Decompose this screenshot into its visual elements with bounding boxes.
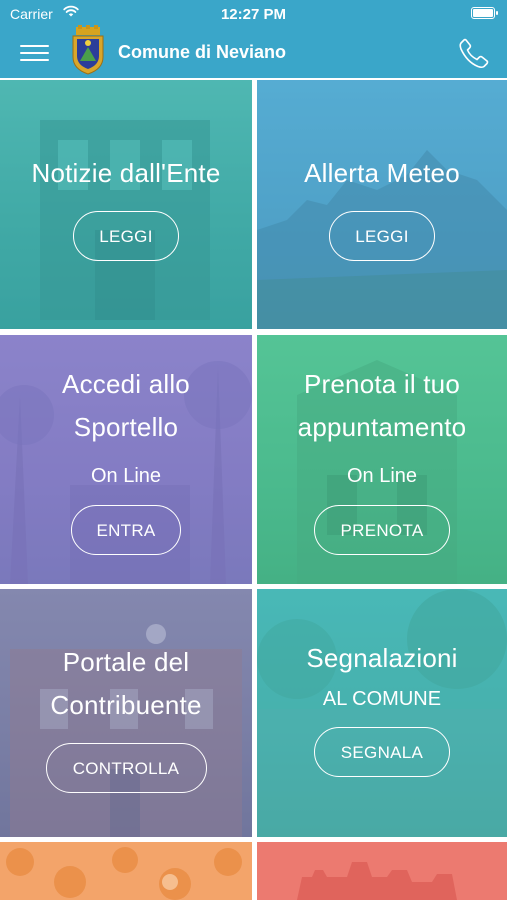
tile-segnalazioni: Segnalazioni AL COMUNE SEGNALA [257, 589, 507, 837]
castle-silhouette [297, 862, 457, 900]
tile-title: Allerta Meteo [304, 158, 460, 188]
nav-bar: Comune di Neviano [0, 25, 507, 78]
tile-title-line2: Sportello [73, 412, 179, 442]
coat-of-arms-icon [72, 25, 104, 75]
hamburger-menu-icon[interactable] [20, 43, 49, 63]
status-bar: Carrier 12:27 PM [0, 0, 507, 28]
prenota-button[interactable]: PRENOTA [314, 505, 450, 555]
tile-title-line2: Contribuente [50, 690, 202, 720]
tile-subtitle: AL COMUNE [322, 688, 442, 710]
tile-partial-right [257, 842, 507, 900]
app-title: Comune di Neviano [118, 42, 287, 62]
entra-button[interactable]: ENTRA [71, 505, 181, 555]
tile-allerta-meteo: Allerta Meteo LEGGI [257, 80, 507, 329]
tile-title-line1: Accedi allo [62, 369, 190, 399]
tile-contribuente: Portale del Contribuente CONTROLLA [0, 589, 252, 837]
tile-title-line1: Prenota il tuo [303, 369, 460, 399]
tile-subtitle: On Line [90, 465, 162, 487]
recycle-pattern [6, 847, 242, 900]
leggi-meteo-button[interactable]: LEGGI [329, 211, 435, 261]
tile-notizie: Notizie dall'Ente LEGGI [0, 80, 252, 329]
app-header: Carrier 12:27 PM Comune di Neviano [0, 0, 507, 78]
status-time: 12:27 PM [220, 6, 287, 23]
battery-icon [471, 7, 498, 19]
tile-prenota: Prenota il tuo appuntamento On Line PREN… [257, 335, 507, 584]
controlla-button[interactable]: CONTROLLA [45, 743, 207, 793]
tile-partial-left [0, 842, 252, 900]
phone-icon[interactable] [457, 36, 491, 70]
tile-title-line2: appuntamento [297, 412, 467, 442]
leggi-notizie-button[interactable]: LEGGI [73, 211, 179, 261]
tile-sportello: Accedi allo Sportello On Line ENTRA [0, 335, 252, 584]
tile-title-line1: Portale del [62, 647, 190, 677]
tile-title: Segnalazioni [306, 643, 458, 673]
tile-subtitle: On Line [346, 465, 418, 487]
segnala-button[interactable]: SEGNALA [314, 727, 450, 777]
tile-title: Notizie dall'Ente [31, 158, 221, 188]
